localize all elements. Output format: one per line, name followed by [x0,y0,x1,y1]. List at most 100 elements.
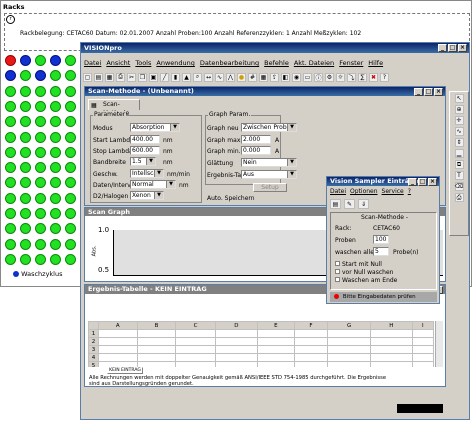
rack-well[interactable] [5,162,16,174]
sampler-run-icon[interactable]: ⇓ [358,199,369,209]
checkbox-waschen-ende[interactable] [335,277,340,282]
waschen-input[interactable]: 5 [373,247,389,256]
grid-cell[interactable] [257,361,295,367]
rack-well[interactable] [20,223,31,235]
grid-cell[interactable] [327,345,371,354]
grid-column-header[interactable]: G [327,321,371,330]
rack-well[interactable] [65,146,76,158]
rack-well[interactable] [35,162,46,174]
rack-well[interactable] [5,55,16,66]
app-menu-item[interactable]: Befehle [264,59,289,67]
grid-cell[interactable] [257,353,295,362]
grid-cell[interactable] [136,329,177,338]
grid-cell[interactable] [257,337,295,346]
sampler-menu-item[interactable]: ? [408,188,411,195]
stop-icon[interactable]: ✖ [369,72,378,82]
rack-well[interactable] [20,55,31,66]
grid-cell[interactable] [175,345,216,354]
grid-cell[interactable] [370,345,413,354]
baseline-icon[interactable]: ▁ [454,149,464,158]
rack-well[interactable] [50,131,61,143]
stop-lambda-input[interactable]: 600.00 [130,146,160,155]
grid-cell[interactable] [214,361,259,367]
rack-well[interactable] [65,177,76,189]
close-button[interactable]: × [458,44,467,52]
rack-well[interactable] [5,100,16,112]
scan-max-button[interactable]: □ [424,88,433,96]
grid-cell[interactable] [136,337,177,346]
grid-row-header[interactable]: 1 [88,329,99,338]
rack-well[interactable] [20,100,31,112]
method-icon[interactable]: ◧ [281,72,290,82]
new-icon[interactable]: ▢ [83,72,92,82]
graph-max-input[interactable]: 2.000 [241,135,271,144]
chart-area-icon[interactable]: ▲ [182,72,191,82]
rack-well[interactable] [65,85,76,97]
grid-cell[interactable] [370,353,413,362]
rack-well[interactable] [65,208,76,219]
grid-row-header[interactable]: 5 [88,361,99,367]
sampler-menu-item[interactable]: Datei [330,188,346,195]
rack-well[interactable] [35,100,46,112]
rack-well[interactable] [5,131,16,143]
grid-cell[interactable] [411,361,434,367]
grid-column-header[interactable]: F [293,321,329,330]
rack-well[interactable] [5,192,16,204]
data-interval-select[interactable]: Normal [130,180,176,189]
app-menu-item[interactable]: Tools [135,59,151,67]
table-scrollbar[interactable] [435,321,443,367]
grid-cell[interactable] [327,337,371,346]
grid-cell[interactable] [98,345,138,354]
app-menu-item[interactable]: Fenster [339,59,363,67]
grid-cell[interactable] [136,345,177,354]
rack-well[interactable] [5,116,16,128]
rack-well[interactable] [65,162,76,174]
grid-cell[interactable] [257,329,295,338]
rack-well[interactable] [35,192,46,204]
info-icon[interactable]: ⓘ [314,72,323,82]
rack-well[interactable] [35,253,46,265]
rack-well[interactable] [65,100,76,112]
sampler-close-button[interactable]: × [428,178,437,186]
rack-well[interactable] [20,192,31,204]
grid-cell[interactable] [136,353,177,362]
clear-icon[interactable]: ⌫ [454,182,464,191]
paste-icon[interactable]: ▣ [149,72,158,82]
rack-well[interactable] [50,177,61,189]
scale-icon[interactable]: ⇕ [454,138,464,147]
rack-well[interactable] [35,208,46,219]
maximize-button[interactable]: □ [448,44,457,52]
grid-cell[interactable] [98,353,138,362]
rack-well[interactable] [5,208,16,219]
open-icon[interactable]: ▤ [94,72,103,82]
grid-cell[interactable] [214,329,259,338]
scan-icon[interactable]: ∿ [215,72,224,82]
rack-well[interactable] [5,253,16,265]
grid-row-header[interactable]: 2 [88,337,99,346]
rack-well[interactable] [50,223,61,235]
app-menu-item[interactable]: Hilfe [368,59,383,67]
grid-row-header[interactable]: 4 [88,353,99,362]
app-menu-item[interactable]: Ansicht [106,59,130,67]
peak-icon[interactable]: ⋀ [226,72,235,82]
pointer-icon[interactable]: ↖ [454,94,464,103]
proben-input[interactable]: 100 [373,235,389,244]
print-icon[interactable]: ⎙ [116,72,125,82]
rack-well[interactable] [20,177,31,189]
rack-well[interactable] [35,131,46,143]
sampler-max-button[interactable]: □ [418,178,427,186]
copy-icon[interactable]: ❐ [138,72,147,82]
grid-cell[interactable] [293,353,329,362]
checkbox-vor-null[interactable] [335,269,340,274]
smoothing-select[interactable]: Nein [241,158,297,167]
tab-scan-method[interactable]: ▦ Scan-Methode [88,99,140,117]
grid-icon[interactable]: # [248,72,257,82]
grid-cell[interactable] [257,345,295,354]
app-menu-item[interactable]: Datei [84,59,101,67]
save-icon[interactable]: ▦ [105,72,114,82]
rack-well[interactable] [65,70,76,82]
sampler-icon[interactable]: ◉ [292,72,301,82]
rack-well[interactable] [20,85,31,97]
chart-line-icon[interactable]: ╱ [160,72,169,82]
rack-well[interactable] [35,116,46,128]
